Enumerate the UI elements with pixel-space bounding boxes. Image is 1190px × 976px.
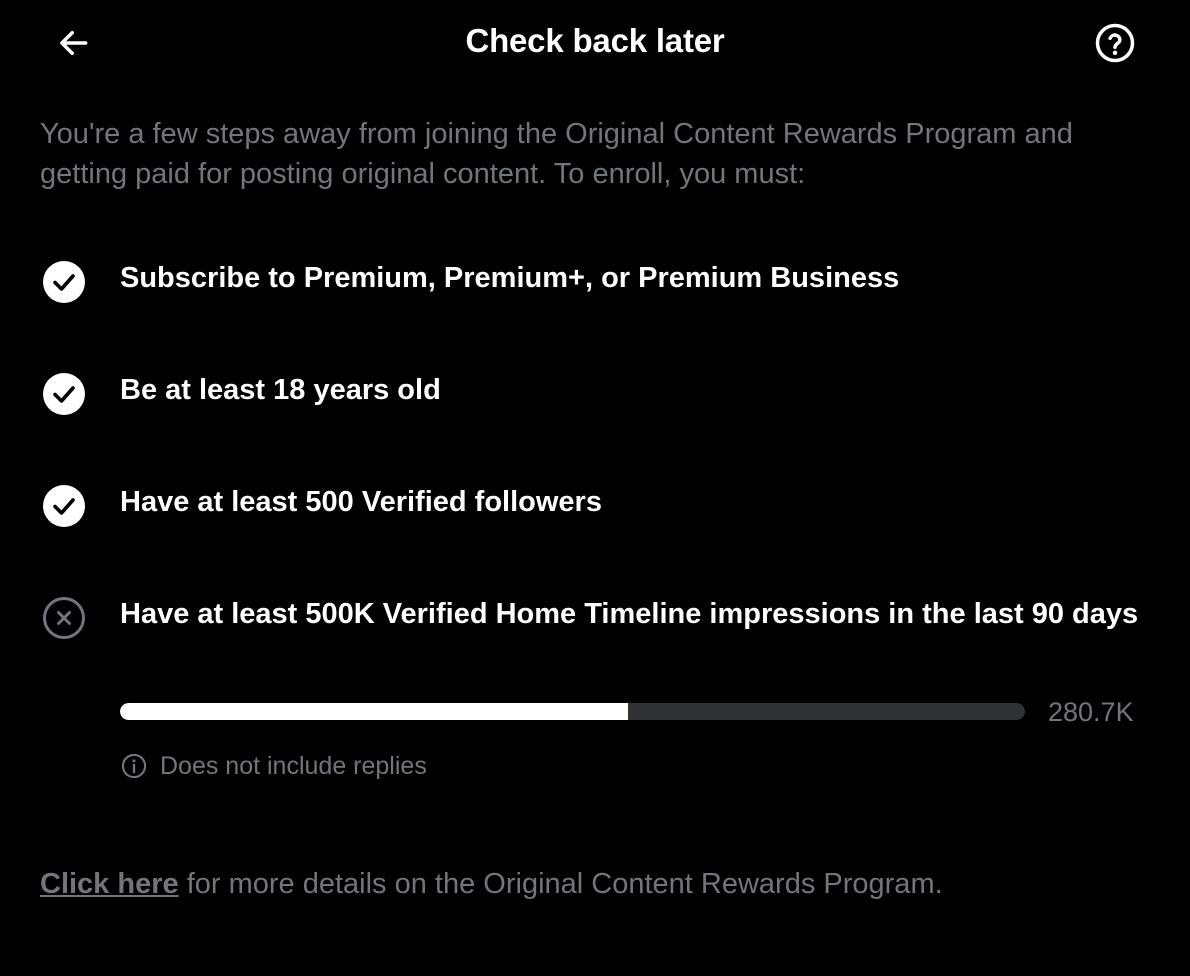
- replies-note: Does not include replies: [120, 750, 427, 782]
- footer-text: Click here for more details on the Origi…: [40, 864, 1150, 904]
- impressions-progress: 280.7K: [120, 694, 1150, 730]
- requirement-text: Be at least 18 years old: [120, 374, 441, 406]
- requirement-text: Subscribe to Premium, Premium+, or Premi…: [120, 262, 900, 294]
- note-text: Does not include replies: [160, 751, 427, 780]
- check-circle-icon: [43, 485, 85, 527]
- progress-value: 280.7K: [1048, 697, 1134, 727]
- requirement-text: Have at least 500K Verified Home Timelin…: [120, 598, 1139, 630]
- details-link[interactable]: Click here: [40, 868, 179, 900]
- progress-track: [120, 703, 1025, 720]
- question-circle-icon: [1095, 23, 1135, 63]
- help-button[interactable]: [1092, 20, 1138, 66]
- progress-fill: [120, 703, 629, 720]
- intro-text: You're a few steps away from joining the…: [40, 118, 1073, 190]
- check-circle-icon: [43, 261, 85, 303]
- footer-rest-text: for more details on the Original Content…: [178, 868, 943, 900]
- header: Check back later: [0, 0, 1190, 84]
- check-circle-icon: [43, 373, 85, 415]
- x-circle-icon: [43, 597, 85, 639]
- page-title: Check back later: [465, 22, 725, 59]
- requirement-text: Have at least 500 Verified followers: [120, 486, 602, 518]
- info-icon: [121, 753, 147, 779]
